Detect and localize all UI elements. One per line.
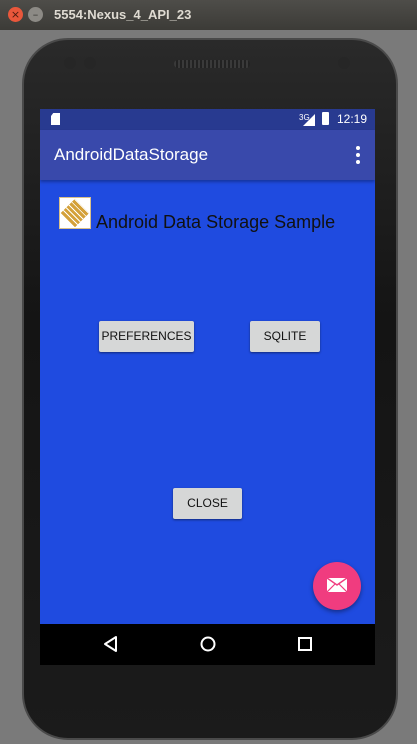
recents-icon[interactable]: [295, 634, 315, 654]
battery-icon: [322, 112, 329, 125]
status-time: 12:19: [337, 112, 368, 126]
sqlite-button[interactable]: SQLITE: [250, 321, 320, 352]
email-fab-button[interactable]: [313, 562, 361, 610]
status-bar: 3G 12:19: [40, 109, 375, 130]
sensor-left: [64, 57, 76, 69]
window-title: 5554:Nexus_4_API_23: [54, 7, 192, 22]
emulator-title-bar: × – 5554:Nexus_4_API_23: [0, 0, 417, 30]
email-icon: [327, 578, 347, 592]
app-title: AndroidDataStorage: [54, 145, 209, 164]
preferences-button[interactable]: PREFERENCES: [99, 321, 194, 352]
app-logo: [59, 197, 91, 229]
front-camera: [338, 57, 350, 69]
navigation-bar: [40, 624, 375, 665]
speaker-grille: [174, 60, 250, 68]
sd-card-icon: [51, 113, 60, 125]
page-heading: Android Data Storage Sample: [96, 212, 336, 232]
close-button[interactable]: CLOSE: [173, 488, 242, 519]
back-icon[interactable]: [101, 634, 121, 654]
more-vert-icon[interactable]: [356, 146, 360, 164]
home-icon[interactable]: [198, 634, 218, 654]
window-close-button[interactable]: ×: [8, 7, 23, 22]
sensor-left-2: [84, 57, 96, 69]
network-type-label: 3G: [299, 113, 310, 122]
window-minimize-button[interactable]: –: [28, 7, 43, 22]
device-screen: 3G 12:19 AndroidDataStorage Android Data…: [40, 109, 375, 665]
app-bar: AndroidDataStorage: [40, 130, 375, 180]
